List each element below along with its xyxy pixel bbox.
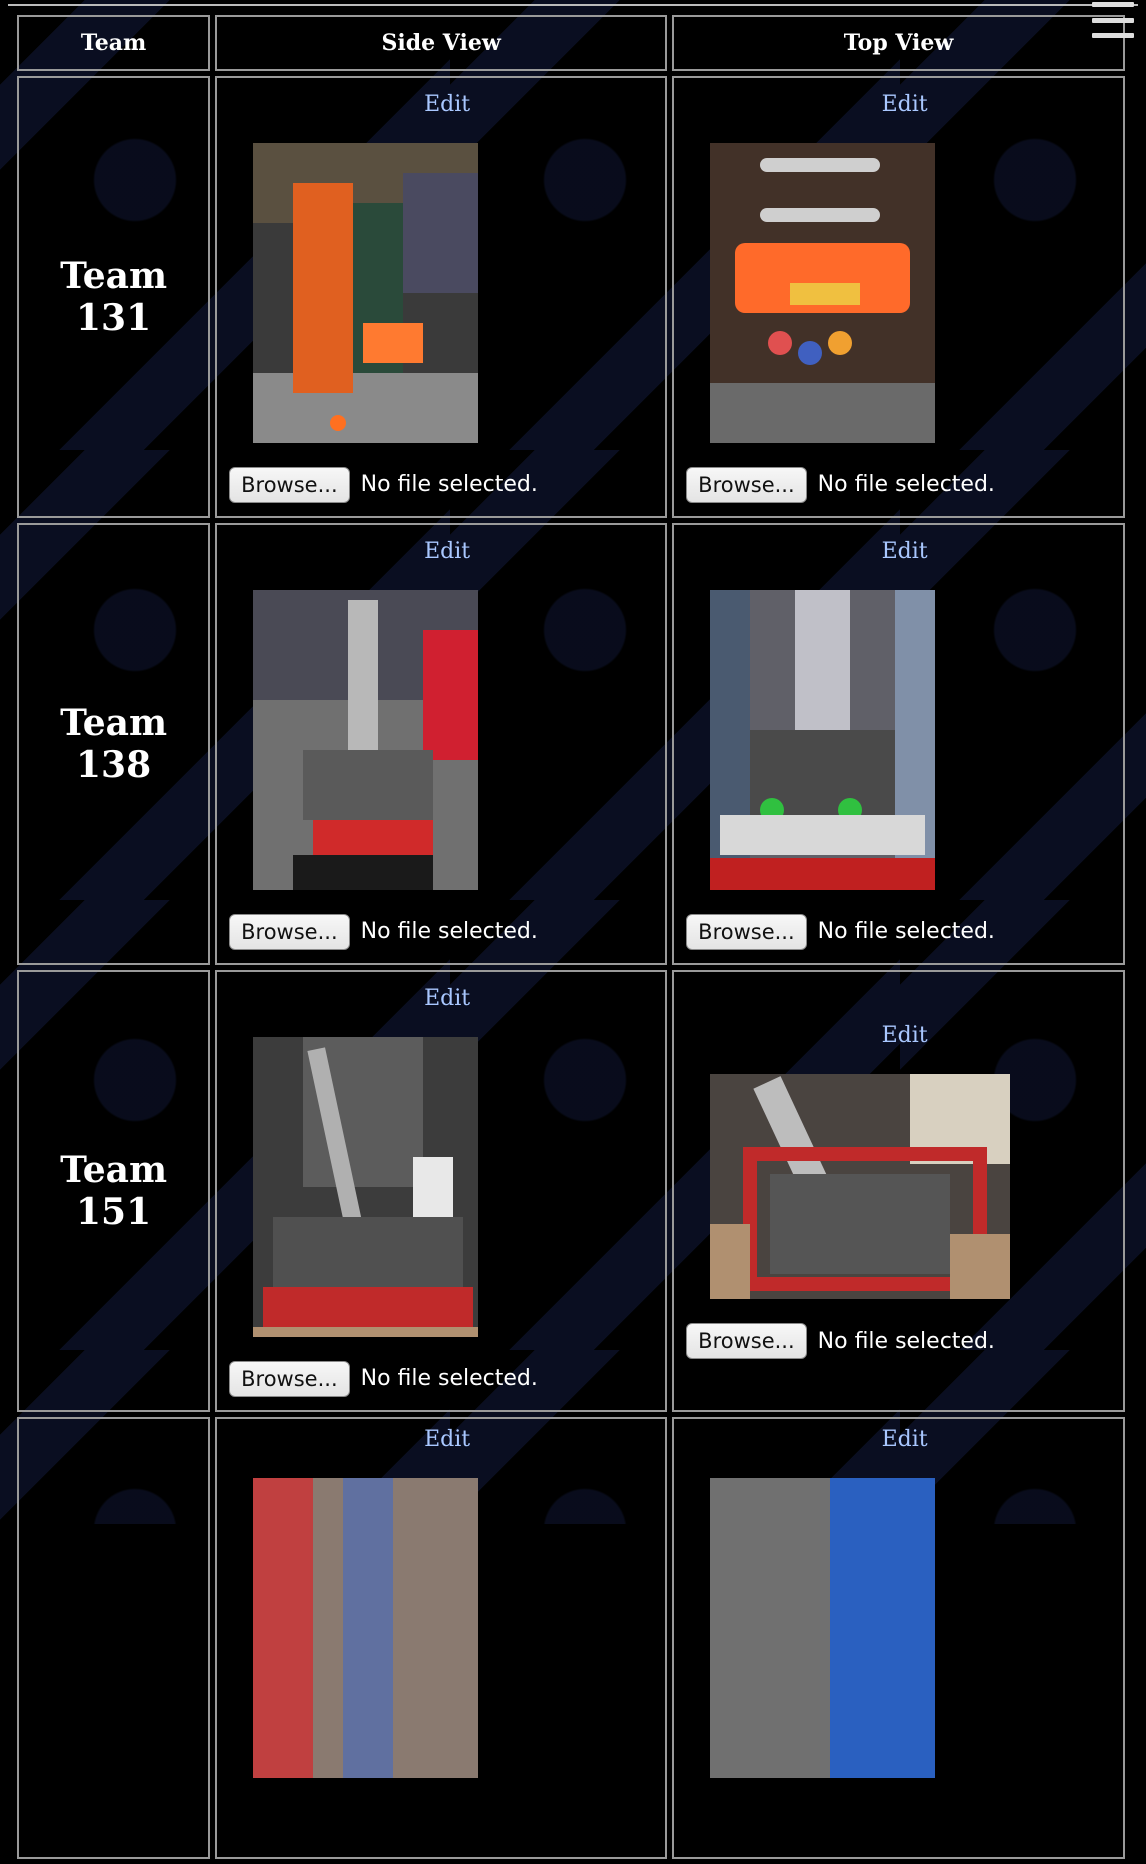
- edit-link[interactable]: Edit: [882, 539, 928, 564]
- table-row: Team 131 Edit Browse... No file selected…: [17, 76, 1125, 518]
- browse-button[interactable]: Browse...: [229, 1360, 350, 1397]
- file-input: Browse... No file selected.: [229, 913, 538, 950]
- edit-link[interactable]: Edit: [424, 92, 470, 117]
- top-view-cell: Edit: [672, 1417, 1125, 1859]
- top-view-cell: Edit: [672, 523, 1125, 965]
- robot-side-photo: [253, 142, 479, 443]
- team-name: Team 138: [60, 702, 168, 786]
- file-input: Browse... No file selected.: [686, 913, 995, 950]
- side-view-cell: Edit Browse... No file selected.: [215, 76, 668, 518]
- team-cell: Team 151: [17, 970, 211, 1412]
- table-row: Team 151 Edit Browse... No file selected…: [17, 970, 1125, 1412]
- file-status: No file selected.: [360, 1366, 538, 1391]
- browse-button[interactable]: Browse...: [229, 913, 350, 950]
- robot-top-photo: [710, 1074, 1011, 1299]
- top-view-cell: Edit: [672, 76, 1125, 518]
- file-input: Browse... No file selected.: [229, 466, 538, 503]
- team-name: Team 151: [60, 1149, 168, 1233]
- table-row: Team 138 Edit Browse... No file selected…: [17, 523, 1125, 965]
- file-input: Browse... No file selected.: [229, 1360, 538, 1397]
- header-row: Team Side View Top View: [17, 15, 1125, 71]
- file-status: No file selected.: [360, 472, 538, 497]
- file-input: Browse... No file selected.: [686, 466, 995, 503]
- side-view-cell: Edit Browse... No file selected.: [215, 523, 668, 965]
- edit-link[interactable]: Edit: [424, 539, 470, 564]
- side-view-cell: Edit: [215, 1417, 668, 1859]
- file-status: No file selected.: [817, 472, 995, 497]
- team-cell: Team 138: [17, 523, 211, 965]
- column-header-team: Team: [17, 15, 211, 71]
- team-name: Team 131: [60, 255, 168, 339]
- robot-side-photo: [253, 589, 479, 890]
- edit-link[interactable]: Edit: [424, 986, 470, 1011]
- browse-button[interactable]: Browse...: [229, 466, 350, 503]
- team-cell: Team 131: [17, 76, 211, 518]
- column-header-top-view: Top View: [672, 15, 1125, 71]
- top-divider: [8, 4, 1138, 6]
- edit-link[interactable]: Edit: [882, 1023, 928, 1048]
- team-cell: [17, 1417, 211, 1859]
- robot-top-photo: [710, 589, 936, 890]
- file-status: No file selected.: [360, 919, 538, 944]
- browse-button[interactable]: Browse...: [686, 913, 807, 950]
- side-view-cell: Edit Browse... No file selected.: [215, 970, 668, 1412]
- edit-link[interactable]: Edit: [882, 92, 928, 117]
- robot-side-photo: [253, 1036, 479, 1337]
- column-header-side-view: Side View: [215, 15, 668, 71]
- top-view-cell: Edit Browse... No file selected.: [672, 970, 1125, 1412]
- edit-link[interactable]: Edit: [882, 1427, 928, 1452]
- robot-side-photo: [253, 1478, 479, 1778]
- robot-photos-table: Team Side View Top View Team 131 Edit Br…: [12, 10, 1130, 1864]
- file-status: No file selected.: [817, 1328, 995, 1354]
- edit-link[interactable]: Edit: [424, 1427, 470, 1452]
- hamburger-menu-icon[interactable]: [1092, 2, 1134, 38]
- browse-button[interactable]: Browse...: [686, 1323, 807, 1359]
- robot-top-photo: [710, 1478, 936, 1778]
- table-row: Edit Edit: [17, 1417, 1125, 1859]
- browse-button[interactable]: Browse...: [686, 466, 807, 503]
- file-status: No file selected.: [817, 919, 995, 944]
- file-input: Browse... No file selected.: [686, 1323, 995, 1359]
- robot-top-photo: [710, 142, 936, 443]
